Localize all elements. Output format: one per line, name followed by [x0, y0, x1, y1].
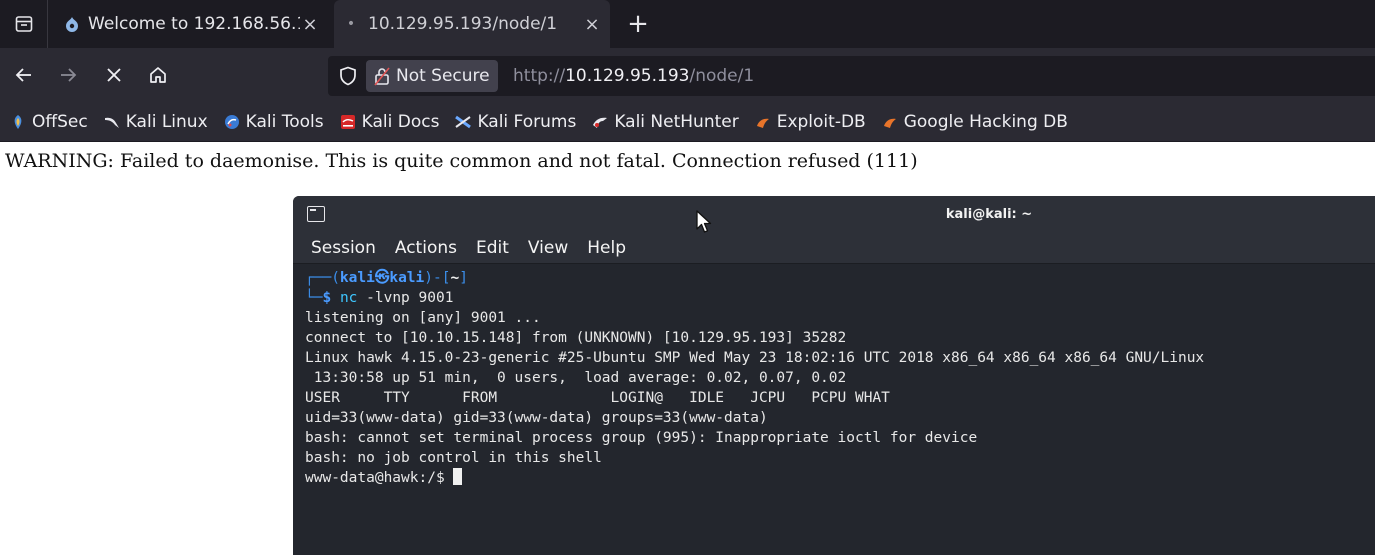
forward-arrow-icon	[61, 68, 77, 82]
loading-dot-icon: •	[346, 16, 356, 32]
shell-prompt-line[interactable]: www-data@hawk:/$	[305, 468, 1375, 488]
tab-bar: Welcome to 192.168.56.10 × • 10.129.95.1…	[0, 0, 1375, 48]
bookmark-offsec[interactable]: OffSec	[10, 112, 88, 132]
new-tab-button[interactable]: +	[622, 8, 654, 40]
bookmark-kali-linux[interactable]: Kali Linux	[104, 112, 208, 132]
output-line: connect to [10.10.15.148] from (UNKNOWN)…	[305, 330, 847, 346]
output-line: Linux hawk 4.15.0-23-generic #25-Ubuntu …	[305, 350, 1205, 366]
home-button[interactable]	[142, 59, 174, 91]
tab-list-button[interactable]	[0, 0, 48, 48]
url-bar[interactable]: Not Secure http://10.129.95.193/node/1	[328, 56, 1375, 96]
bookmark-label: Google Hacking DB	[903, 111, 1068, 132]
tab-close-button[interactable]: ×	[300, 14, 320, 35]
terminal-titlebar[interactable]: kali@kali: ~	[293, 196, 1375, 232]
back-arrow-icon	[15, 68, 31, 82]
kali-forums-icon	[455, 114, 472, 130]
stop-button[interactable]	[98, 59, 130, 91]
output-line: bash: cannot set terminal process group …	[305, 430, 978, 446]
nethunter-icon	[592, 114, 608, 130]
output-line: uid=33(www-data) gid=33(www-data) groups…	[305, 410, 768, 426]
bookmark-kali-tools[interactable]: Kali Tools	[224, 112, 324, 132]
bookmark-exploit-db[interactable]: Exploit-DB	[755, 112, 866, 132]
bookmark-label: Kali Tools	[245, 111, 324, 132]
url-path: /node/1	[689, 66, 755, 86]
output-line: 13:30:58 up 51 min, 0 users, load averag…	[305, 370, 847, 386]
bookmark-label: Exploit-DB	[776, 111, 866, 132]
tab-close-button[interactable]: ×	[582, 14, 602, 35]
not-secure-badge[interactable]: Not Secure	[366, 60, 498, 92]
menu-view[interactable]: View	[528, 238, 568, 258]
tab-list-icon	[15, 16, 32, 32]
bookmark-kali-forums[interactable]: Kali Forums	[455, 112, 576, 132]
menu-session[interactable]: Session	[311, 238, 376, 258]
terminal-menubar: Session Actions Edit View Help	[293, 232, 1375, 264]
terminal-output[interactable]: ┌──(kali㉿kali)-[~] └─$ nc -lvnp 9001 liste…	[305, 268, 1375, 555]
bookmark-kali-docs[interactable]: Kali Docs	[340, 111, 440, 132]
home-icon	[150, 67, 166, 83]
navigation-toolbar: Not Secure http://10.129.95.193/node/1	[0, 48, 1375, 102]
prompt-line-1: ┌──(kali㉿kali)-[~]	[305, 270, 468, 286]
kali-tools-icon	[224, 114, 240, 130]
output-line: bash: no job control in this shell	[305, 450, 602, 466]
bookmark-label: Kali Forums	[477, 111, 577, 132]
url-text[interactable]: http://10.129.95.193/node/1	[513, 56, 754, 96]
tab-node-1[interactable]: • 10.129.95.193/node/1 ×	[334, 0, 610, 48]
tracking-protection-button[interactable]	[336, 64, 360, 88]
output-line: USER TTY FROM LOGIN@ IDLE JCPU PCPU WHAT	[305, 390, 890, 406]
bookmark-label: Kali Linux	[125, 111, 208, 132]
forward-button[interactable]	[52, 59, 84, 91]
bookmarks-toolbar: OffSec Kali Linux Kali Tools Kali Docs K…	[0, 102, 1375, 142]
text-cursor	[453, 468, 463, 485]
security-label: Not Secure	[396, 66, 490, 86]
menu-edit[interactable]: Edit	[476, 238, 509, 258]
ghdb-icon	[882, 114, 898, 130]
page-warning-text: WARNING: Failed to daemonise. This is qu…	[5, 150, 918, 172]
shell-prompt: www-data@hawk:/$	[305, 470, 454, 486]
url-host: 10.129.95.193	[565, 66, 690, 86]
output-line: listening on [any] 9001 ...	[305, 310, 541, 326]
shield-icon	[340, 66, 356, 86]
menu-actions[interactable]: Actions	[395, 238, 457, 258]
stop-x-icon	[107, 68, 121, 82]
prompt-line-2: └─$ nc -lvnp 9001	[305, 290, 454, 306]
bookmark-label: Kali Docs	[361, 111, 440, 132]
bookmark-label: OffSec	[32, 111, 88, 132]
mouse-pointer-icon	[696, 210, 712, 233]
insecure-lock-icon	[374, 66, 390, 86]
bookmark-kali-nethunter[interactable]: Kali NetHunter	[592, 111, 739, 132]
url-scheme: http://	[513, 66, 566, 86]
tab-welcome[interactable]: Welcome to 192.168.56.10 ×	[52, 0, 328, 48]
tab-title: Welcome to 192.168.56.10	[88, 14, 300, 34]
drupal-favicon-icon	[66, 17, 78, 32]
kali-docs-icon	[340, 114, 356, 130]
bookmark-google-hacking-db[interactable]: Google Hacking DB	[882, 112, 1068, 132]
tab-title: 10.129.95.193/node/1	[368, 14, 558, 34]
back-button[interactable]	[8, 59, 40, 91]
bookmark-label: Kali NetHunter	[614, 111, 739, 132]
terminal-title: kali@kali: ~	[945, 206, 1033, 222]
exploitdb-icon	[755, 114, 771, 130]
terminal-window[interactable]: kali@kali: ~ Session Actions Edit View H…	[293, 196, 1375, 555]
offsec-icon	[10, 114, 26, 130]
kali-dragon-icon	[104, 114, 120, 130]
menu-help[interactable]: Help	[587, 238, 626, 258]
